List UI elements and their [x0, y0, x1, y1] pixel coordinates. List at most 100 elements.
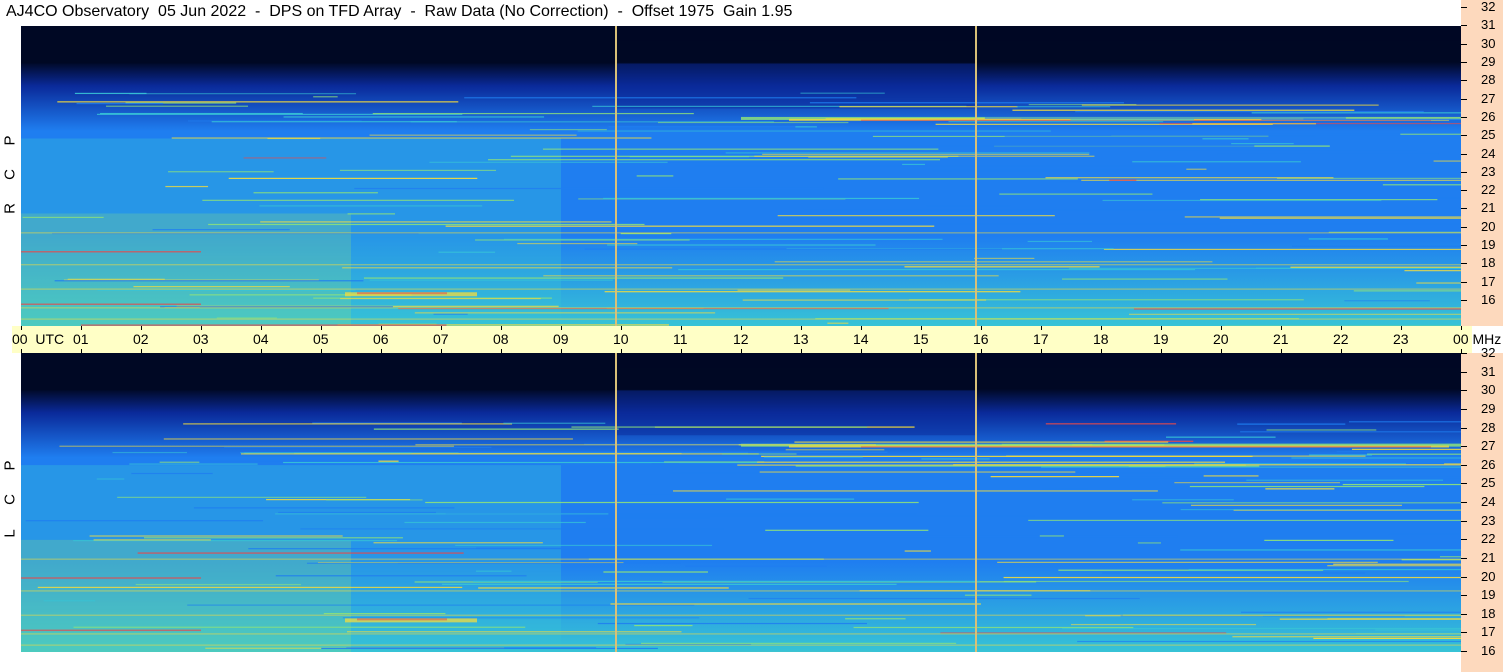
- spectrogram-canvas: [21, 353, 1461, 652]
- mhz-label-29: 29: [1481, 54, 1496, 69]
- interference-line: [1336, 450, 1461, 453]
- hour-label-01: 01: [73, 331, 89, 347]
- interference-line: [762, 153, 1090, 155]
- interference-line: [1388, 533, 1461, 535]
- mhz-label-18: 18: [1481, 606, 1496, 621]
- mhz-tick: [1461, 539, 1467, 540]
- hour-tick: [441, 349, 442, 353]
- interference-line: [1016, 106, 1111, 108]
- interference-line: [57, 101, 459, 103]
- interference-line: [687, 557, 713, 559]
- interference-line: [586, 517, 710, 519]
- mhz-label-22: 22: [1481, 182, 1496, 197]
- hour-label-13: 13: [793, 331, 809, 347]
- mhz-label-25: 25: [1481, 475, 1496, 490]
- strong-band: [357, 292, 447, 295]
- ionospheric-cutoff: [615, 353, 1461, 368]
- interference-line: [785, 449, 885, 451]
- interference-line: [529, 129, 607, 131]
- interference-line: [1166, 436, 1276, 438]
- interference-line: [1200, 199, 1438, 201]
- interference-line: [757, 461, 1226, 463]
- interference-line: [1189, 485, 1425, 488]
- mhz-tick: [1461, 190, 1467, 191]
- mhz-label-27: 27: [1481, 91, 1496, 106]
- interference-line: [342, 267, 673, 269]
- interference-line: [503, 422, 606, 424]
- interference-line: [1041, 466, 1461, 468]
- hour-tick: [981, 349, 982, 353]
- time-marker: [615, 353, 617, 652]
- interference-line: [926, 205, 1011, 207]
- interference-line: [1075, 111, 1424, 113]
- interference-line: [323, 612, 446, 615]
- interference-line: [476, 547, 573, 549]
- polarization-letter-r: R: [1, 203, 19, 214]
- interference-line: [1184, 216, 1461, 218]
- interference-line: [1194, 463, 1406, 465]
- hour-label-07: 07: [433, 331, 449, 347]
- interference-line: [163, 438, 573, 440]
- interference-line: [651, 463, 680, 465]
- interference-line: [25, 520, 264, 522]
- interference-line: [1070, 119, 1195, 121]
- polarization-letter-c: C: [1, 494, 19, 505]
- interference-line: [93, 539, 211, 541]
- interference-line: [275, 575, 527, 577]
- interference-line: [1045, 423, 1177, 425]
- interference-line: [1028, 519, 1461, 522]
- interference-line: [1382, 184, 1461, 186]
- hour-tick: [1221, 349, 1222, 353]
- carrier-line: [21, 644, 1461, 646]
- mhz-tick: [1461, 117, 1467, 118]
- interference-line: [990, 476, 1120, 478]
- interference-line: [1077, 640, 1461, 643]
- interference-line: [1192, 123, 1317, 125]
- strong-band: [861, 446, 1431, 448]
- mhz-label-16: 16: [1481, 643, 1496, 658]
- interference-line: [347, 213, 396, 215]
- interference-line: [641, 642, 957, 644]
- mhz-axis-lcp: 32 31 30 29 28 27 26 25 24 23 22 21 20 19 18 17 16: [1461, 345, 1503, 672]
- interference-line: [946, 478, 1158, 480]
- interference-line: [241, 453, 759, 455]
- interference-line: [54, 280, 364, 282]
- hour-tick: [741, 349, 742, 353]
- mhz-label-26: 26: [1481, 457, 1496, 472]
- interference-line: [73, 626, 526, 628]
- daytime-glow: [21, 213, 351, 326]
- hour-label-16: 16: [973, 331, 989, 347]
- interference-line: [117, 496, 367, 498]
- hour-tick: [1161, 349, 1162, 353]
- polarization-letter-c: C: [1, 169, 19, 180]
- hour-tick: [681, 349, 682, 353]
- interference-line: [634, 624, 693, 627]
- interference-line: [372, 112, 694, 115]
- hour-label-21: 21: [1273, 331, 1289, 347]
- interference-line: [1264, 539, 1394, 541]
- mhz-tick: [1461, 62, 1467, 63]
- hour-label-20: 20: [1213, 331, 1229, 347]
- hour-label-14: 14: [853, 331, 869, 347]
- interference-line: [1241, 611, 1461, 613]
- interference-line: [1433, 160, 1461, 162]
- interference-line: [1081, 179, 1461, 181]
- darker-region: [615, 63, 975, 109]
- interference-line: [1039, 535, 1064, 537]
- interference-line: [764, 456, 863, 458]
- interference-line: [278, 511, 436, 514]
- hour-tick: [801, 349, 802, 353]
- mhz-label-27: 27: [1481, 438, 1496, 453]
- mhz-tick: [1461, 446, 1467, 447]
- interference-line: [275, 513, 609, 515]
- hour-tick: [801, 326, 802, 330]
- hour-tick: [861, 349, 862, 353]
- interference-line: [253, 192, 378, 194]
- interference-line: [267, 137, 321, 140]
- interference-line: [1251, 112, 1461, 114]
- interference-line: [1003, 580, 1409, 583]
- interference-line: [1308, 238, 1388, 240]
- interference-line: [904, 266, 1100, 268]
- mhz-label-24: 24: [1481, 494, 1496, 509]
- mhz-label-21: 21: [1481, 200, 1496, 215]
